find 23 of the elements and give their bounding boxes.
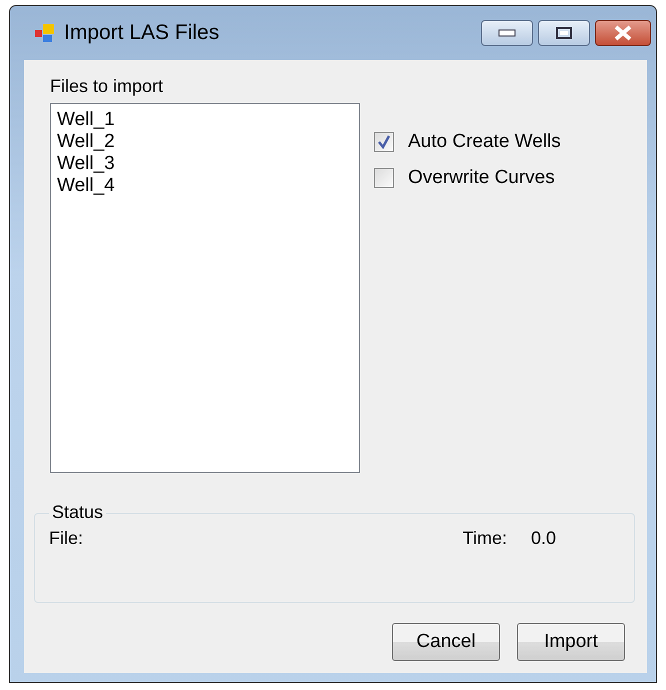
close-icon	[613, 25, 633, 41]
file-item[interactable]: Well_3	[57, 153, 353, 175]
import-button[interactable]: Import	[517, 623, 625, 661]
maximize-icon	[555, 26, 573, 40]
minimize-icon	[498, 29, 516, 37]
files-list[interactable]: Well_1 Well_2 Well_3 Well_4	[50, 103, 360, 473]
file-item[interactable]: Well_1	[57, 109, 353, 131]
checkbox-label[interactable]: Auto Create Wells	[408, 131, 561, 153]
cancel-button[interactable]: Cancel	[392, 623, 500, 661]
file-item[interactable]: Well_2	[57, 131, 353, 153]
checkbox-label[interactable]: Overwrite Curves	[408, 167, 555, 189]
time-label: Time:	[462, 528, 507, 550]
checkbox[interactable]	[374, 168, 394, 188]
app-icon	[34, 22, 56, 44]
file-label: File:	[49, 528, 84, 548]
minimize-button[interactable]	[481, 20, 533, 46]
maximize-button[interactable]	[538, 20, 590, 46]
window-title: Import LAS Files	[64, 21, 220, 45]
file-item[interactable]: Well_4	[57, 175, 353, 197]
files-label: Files to import	[50, 76, 164, 97]
time-value: 0.0	[530, 528, 556, 550]
checkbox[interactable]	[374, 132, 394, 152]
close-button[interactable]	[595, 20, 651, 46]
